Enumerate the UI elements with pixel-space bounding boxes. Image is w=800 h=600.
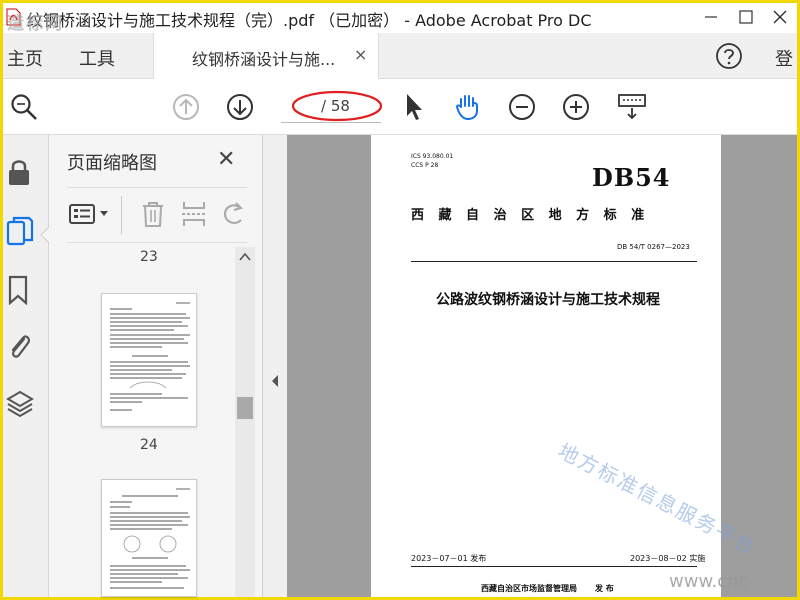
pdf-page: ICS 93.080.01 CCS P 28 DB54 西 藏 自 治 区 地 … (371, 135, 761, 597)
tab-home[interactable]: 主页 (7, 45, 43, 71)
panel-title: 页面缩略图 (67, 153, 157, 174)
document-view: ICS 93.080.01 CCS P 28 DB54 西 藏 自 治 区 地 … (263, 135, 797, 597)
issue-label: 发 布 (595, 584, 614, 593)
help-icon[interactable] (715, 42, 743, 70)
close-window-icon[interactable] (768, 6, 792, 28)
effective-date: 2023－08－02 实施 (630, 554, 706, 563)
chevron-down-icon[interactable] (99, 210, 109, 218)
select-arrow-icon[interactable] (399, 92, 429, 122)
panel-close-icon[interactable]: ✕ (217, 147, 235, 172)
thumbnail-toolbar (67, 187, 247, 243)
page-up-icon[interactable] (171, 92, 201, 122)
header-rule (411, 261, 697, 262)
page-thumbnail[interactable] (101, 293, 197, 427)
db-logo: DB54 (592, 163, 671, 192)
zoom-out-icon[interactable] (507, 92, 537, 122)
maximize-icon[interactable] (734, 7, 758, 27)
rotate-page-icon[interactable] (221, 200, 247, 228)
scroll-thumb[interactable] (237, 397, 253, 419)
attachment-icon[interactable] (6, 331, 32, 361)
login-link[interactable]: 登 (775, 45, 793, 71)
document-tab-label: 纹钢桥涵设计与施... (192, 50, 336, 69)
collapse-arrow-icon[interactable] (270, 374, 280, 388)
scroll-up-icon[interactable] (239, 253, 251, 261)
ccs-code: CCS P 28 (411, 162, 439, 169)
corner-watermark: www.cnc (669, 571, 749, 592)
issuer-name: 西藏自治区市场监督管理局 (481, 584, 577, 593)
title-bar: 纹钢桥涵设计与施工技术规程（完）.pdf （已加密） - Adobe Acrob… (3, 3, 797, 33)
thumbnail-page-label: 23 (140, 249, 158, 265)
tab-close-icon[interactable]: × (354, 45, 367, 64)
hand-tool-icon[interactable] (453, 91, 483, 121)
bookmark-icon[interactable] (6, 275, 30, 305)
panel-collapse-handle[interactable] (263, 135, 287, 597)
extract-pages-icon[interactable] (181, 200, 207, 228)
release-date: 2023－07－01 发布 (411, 554, 487, 563)
active-panel-pointer (40, 227, 49, 243)
page-down-icon[interactable] (225, 92, 255, 122)
toolbar: / 58 (3, 79, 797, 135)
minimize-icon[interactable] (699, 7, 723, 27)
document-title: 公路波纹钢桥涵设计与施工技术规程 (436, 292, 660, 308)
pages-icon[interactable] (6, 215, 34, 247)
standard-code: DB 54/T 0267—2023 (617, 243, 690, 251)
zoom-in-icon[interactable] (561, 92, 591, 122)
window-title: 纹钢桥涵设计与施工技术规程（完）.pdf （已加密） - Adobe Acrob… (27, 11, 592, 30)
thumbnail-page-label: 24 (140, 437, 158, 453)
page-thumbnail[interactable] (101, 479, 197, 597)
left-navigation-rail (3, 135, 49, 597)
footer-rule (411, 566, 697, 567)
page-watermark: 地方标准信息服务平台 (554, 438, 762, 560)
red-highlight-ellipse (291, 90, 383, 122)
tab-tools[interactable]: 工具 (79, 45, 115, 71)
region-standard-label: 西 藏 自 治 区 地 方 标 准 (411, 208, 650, 223)
toolbar-divider (121, 196, 122, 234)
thumbnail-content (110, 488, 190, 589)
thumbnail-options-icon[interactable] (69, 202, 95, 226)
site-watermark-logo: 造标网 (7, 14, 64, 34)
tab-document[interactable]: 纹钢桥涵设计与施... × (153, 33, 379, 79)
trash-icon[interactable] (141, 200, 165, 228)
layers-icon[interactable] (6, 389, 34, 419)
zoom-search-icon[interactable] (9, 92, 39, 122)
page-thumbnails-panel: 页面缩略图 ✕ 23 24 (49, 135, 263, 597)
lock-icon[interactable] (6, 157, 32, 187)
thumbnail-scrollbar[interactable] (235, 247, 255, 597)
ics-code: ICS 93.080.01 (411, 153, 454, 160)
tab-bar: 主页 工具 纹钢桥涵设计与施... × 登 (3, 33, 797, 79)
keyboard-icon[interactable] (617, 92, 647, 122)
thumbnail-content (110, 302, 190, 411)
